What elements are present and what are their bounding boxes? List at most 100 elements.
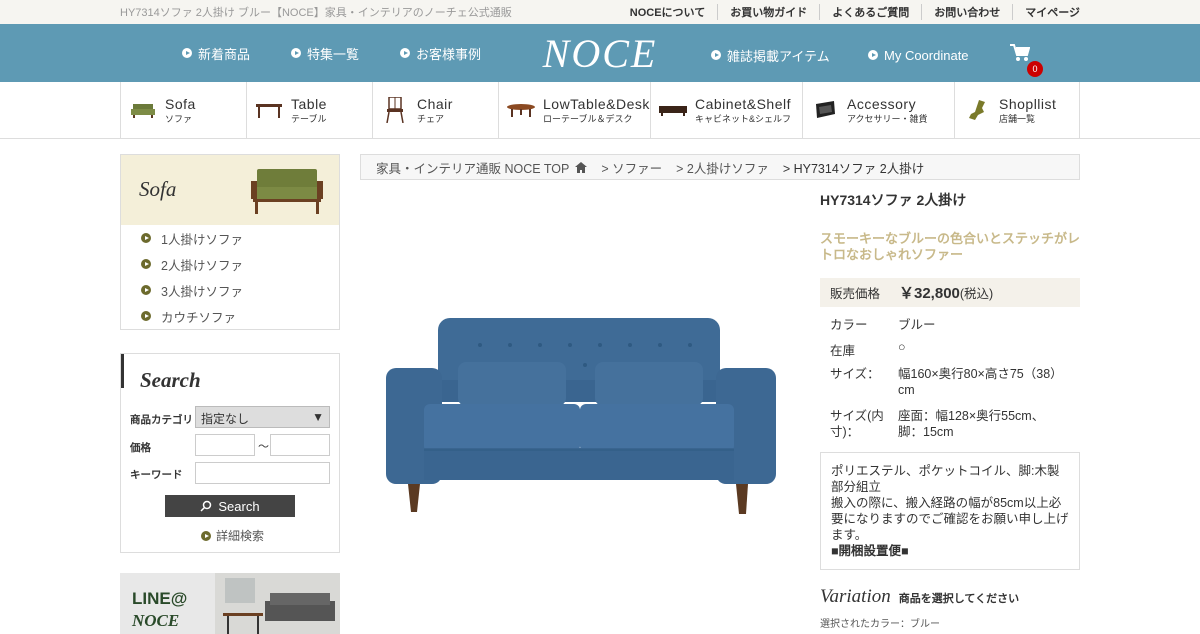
category-cabinet-shelf[interactable]: Cabinet&Shelf キャビネット&シェルフ: [650, 82, 802, 138]
description-line: ■開梱設置便■: [831, 544, 909, 558]
sidebar-item-label: 3人掛けソファ: [161, 284, 243, 299]
spec-row: カラー ブルー: [820, 314, 1080, 334]
price-separator: ～: [258, 441, 269, 453]
cart-count-badge: 0: [1027, 61, 1043, 77]
description-line: ポリエステル、ポケットコイル、脚:木製: [831, 464, 1060, 478]
advanced-search-link[interactable]: 詳細検索: [201, 527, 264, 544]
breadcrumb: 家具・インテリア通販 NOCE TOP > ソファー > 2人掛けソファ > H…: [360, 154, 1080, 180]
spec-key: サイズ：: [830, 367, 880, 381]
price-min-input[interactable]: [195, 434, 255, 456]
tax-label: (税込): [959, 287, 994, 301]
sidebar-item-label: カウチソファ: [161, 310, 237, 325]
link-faq[interactable]: よくあるご質問: [819, 4, 921, 20]
arrow-circle-icon: [141, 233, 151, 243]
category-sofa[interactable]: Sofa ソファ: [120, 82, 246, 138]
breadcrumb-sofa[interactable]: > ソファー: [601, 158, 662, 177]
category-label: Cabinet&Shelf: [695, 95, 792, 112]
cabinet-icon: [659, 98, 687, 122]
room-photo: [215, 573, 340, 634]
sidebar-item-label: 2人掛けソファ: [161, 258, 243, 273]
nav-label: My Coordinate: [884, 47, 969, 63]
category-chair[interactable]: Chair チェア: [372, 82, 498, 138]
product-catchcopy: スモーキーなブルーの色合いとステッチがレトロなおしゃれソファー: [820, 231, 1081, 262]
category-accessory[interactable]: Accessory アクセサリー・雑貨: [802, 82, 954, 138]
spec-key: サイズ(内寸)：: [830, 409, 884, 439]
sidebar-item-couch[interactable]: カウチソファ: [121, 303, 339, 329]
sidebar-item-2-seat[interactable]: 2人掛けソファ: [121, 251, 339, 277]
dropdown-arrow-icon: ▼: [312, 410, 324, 424]
category-shoplist[interactable]: Shopllist 店舗一覧: [954, 82, 1080, 138]
line-banner-brand: NOCE: [132, 611, 180, 630]
link-mypage[interactable]: マイページ: [1012, 4, 1080, 20]
nav-magazine[interactable]: 雑誌掲載アイテム: [711, 26, 830, 84]
spec-row: サイズ： 幅160×奥行80×高さ75（38）cm: [820, 366, 1080, 398]
search-box: Search 商品カテゴリ 指定なし ▼ 価格 ～ キーワード Search 詳細…: [120, 353, 340, 553]
price-label: 販売価格: [830, 287, 881, 301]
variation-note: 商品を選択してください: [898, 593, 1020, 605]
category-sublabel: ローテーブル＆デスク: [543, 113, 633, 124]
category-label: Chair: [417, 95, 453, 112]
spec-key: 在庫: [830, 344, 856, 358]
sidebar: Sofa 1人掛けソファ 2人掛けソファ 3人掛けソファ カウチソファ Sear…: [120, 154, 340, 634]
sidebar-item-3-seat[interactable]: 3人掛けソファ: [121, 277, 339, 303]
category-label: 商品カテゴリ: [130, 414, 193, 426]
spec-value: ○: [898, 340, 906, 354]
search-heading: Search: [121, 354, 201, 392]
top-bar: HY7314ソファ 2人掛け ブルー【NOCE】家具・インテリアのノーチェ公式通…: [0, 0, 1200, 24]
price-max-input[interactable]: [270, 434, 330, 456]
nav-my-coordinate[interactable]: My Coordinate: [868, 26, 969, 84]
breadcrumb-2-seat[interactable]: > 2人掛けソファ: [676, 158, 769, 177]
table-icon: [255, 98, 283, 122]
spec-key: カラー: [830, 318, 868, 332]
variation-heading: Variation 商品を選択してください: [820, 586, 1019, 608]
category-sublabel: 店舗一覧: [999, 113, 1036, 124]
keyword-input[interactable]: [195, 462, 330, 484]
sidebar-heading: Sofa: [139, 177, 177, 201]
price-row: 販売価格 ￥32,800(税込): [820, 278, 1080, 307]
line-banner-title: LINE@: [132, 589, 188, 608]
category-label: Sofa: [165, 95, 196, 112]
arrow-circle-icon: [141, 259, 151, 269]
link-contact[interactable]: お問い合わせ: [921, 4, 1012, 20]
sidebar-item-1-seat[interactable]: 1人掛けソファ: [121, 225, 339, 251]
site-description: HY7314ソファ 2人掛け ブルー【NOCE】家具・インテリアのノーチェ公式通…: [120, 7, 512, 19]
category-nav: Sofa ソファ Table テーブル Chair チェア LowTable&Desk…: [0, 82, 1200, 139]
nav-label: 雑誌掲載アイテム: [727, 48, 830, 64]
category-sublabel: チェア: [417, 113, 445, 124]
lowtable-icon: [507, 98, 535, 122]
category-label: LowTable&Desk: [543, 95, 650, 112]
link-guide[interactable]: お買い物ガイド: [717, 4, 819, 20]
spec-row: 在庫 ○: [820, 340, 1080, 360]
cart-icon[interactable]: [1010, 44, 1031, 65]
search-icon: [200, 500, 212, 512]
home-icon: [575, 161, 588, 173]
category-select-value: 指定なし: [201, 412, 250, 426]
product-info: HY7314ソファ 2人掛け スモーキーなブルーの色合いとステッチがレトロなおし…: [820, 190, 1080, 570]
link-about[interactable]: NOCEについて: [618, 4, 717, 20]
category-sublabel: アクセサリー・雑貨: [847, 113, 928, 124]
category-label: Accessory: [847, 95, 917, 112]
category-select[interactable]: 指定なし ▼: [195, 406, 330, 428]
selected-color: 選択されたカラー：ブルー: [820, 619, 940, 630]
main-header: 新着商品 特集一覧 お客様事例 NOCE 雑誌掲載アイテム My Coordin…: [0, 24, 1200, 82]
advanced-search-label: 詳細検索: [216, 529, 265, 543]
description-line: 部分組立: [831, 480, 882, 494]
breadcrumb-home[interactable]: 家具・インテリア通販 NOCE TOP: [376, 158, 569, 177]
accessory-icon: [811, 98, 839, 122]
category-table[interactable]: Table テーブル: [246, 82, 372, 138]
search-button[interactable]: Search: [165, 495, 295, 517]
product-image[interactable]: [370, 300, 790, 525]
description-line: 搬入の際に、搬入経路の幅が85cm以上必要になりますのでご確認をお願い申し上げま…: [831, 496, 1069, 542]
breadcrumb-current: > HY7314ソファ 2人掛け: [782, 161, 925, 176]
product-price: ￥32,800: [899, 285, 960, 302]
spec-row: サイズ(内寸)： 座面：幅128×奥行55cm、脚：15cm: [820, 408, 1080, 440]
sofa-illustration: [251, 169, 323, 214]
category-lowtable-desk[interactable]: LowTable&Desk ローテーブル＆デスク: [498, 82, 650, 138]
search-button-label: Search: [218, 498, 260, 514]
product-description: ポリエステル、ポケットコイル、脚:木製 部分組立 搬入の際に、搬入経路の幅が85…: [820, 452, 1080, 570]
line-banner[interactable]: LINE@ NOCE: [120, 573, 340, 634]
sofa-category-box: Sofa 1人掛けソファ 2人掛けソファ 3人掛けソファ カウチソファ: [120, 154, 340, 330]
category-sublabel: テーブル: [291, 113, 327, 124]
spec-value: 座面：幅128×奥行55cm、脚：15cm: [898, 409, 1045, 439]
arrow-circle-icon: [868, 50, 878, 60]
